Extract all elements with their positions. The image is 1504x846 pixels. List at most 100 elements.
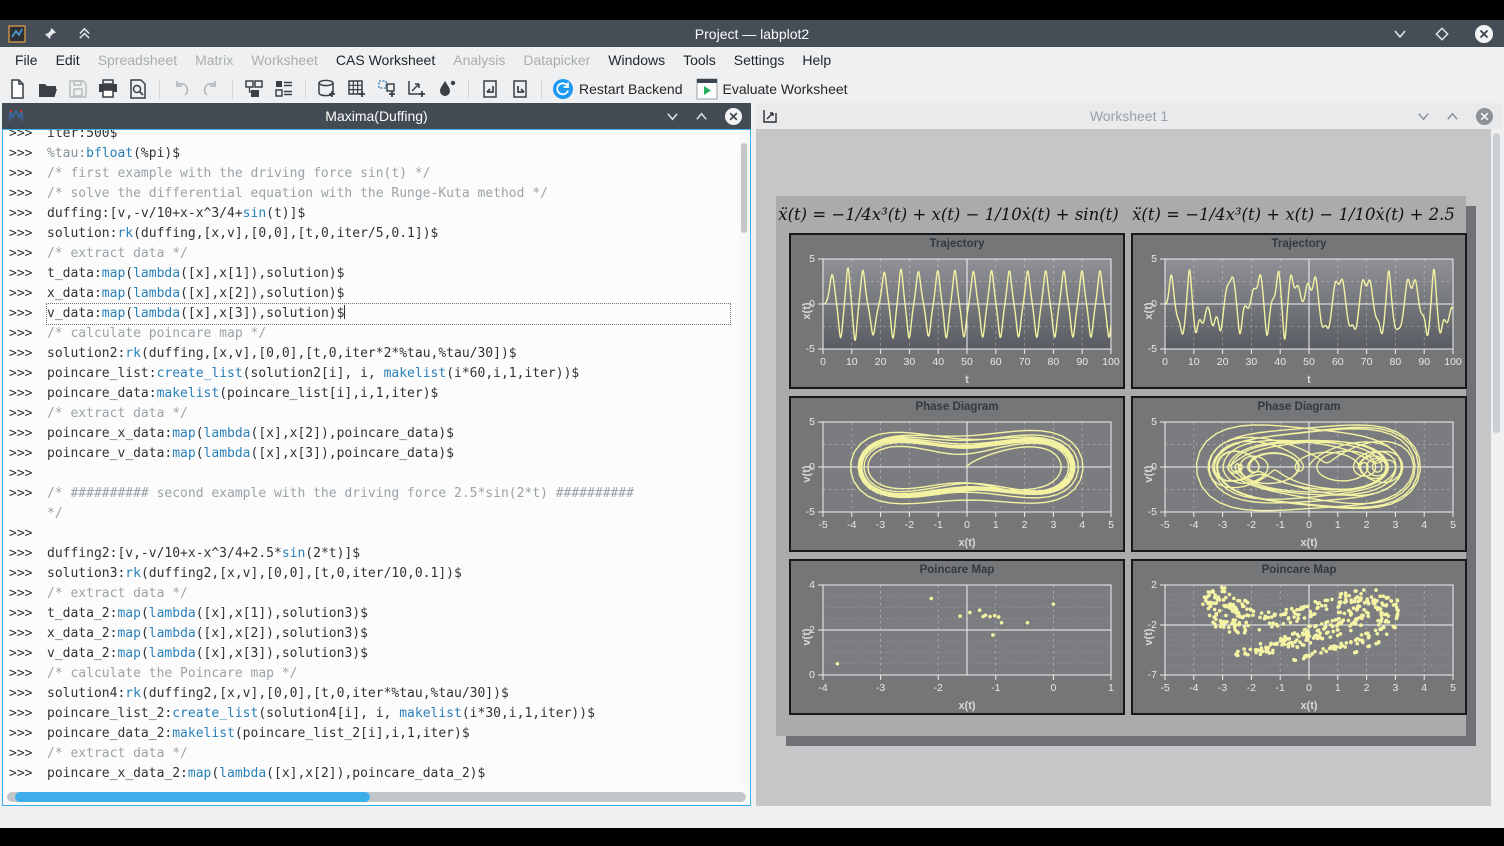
plot-phase-diagram-2[interactable]: Phase Diagramx(t)v(t) xyxy=(1131,396,1467,552)
x-axis-label: x(t) xyxy=(1165,537,1453,549)
menu-cas-worksheet[interactable]: CAS Worksheet xyxy=(327,47,444,74)
evaluate-worksheet-label: Evaluate Worksheet xyxy=(723,81,848,97)
equation-1[interactable]: ẍ(t) = −1/4x³(t) + x(t) − 1/10ẋ(t) + sin… xyxy=(776,198,1121,232)
toolbar-separator xyxy=(159,79,160,99)
x-axis-label: x(t) xyxy=(1165,700,1453,712)
menu-tools[interactable]: Tools xyxy=(674,47,725,74)
menu-edit[interactable]: Edit xyxy=(47,47,89,74)
console-line: >>>duffing:[v,-v/10+x-x^3/4+sin(t)]$ xyxy=(9,204,730,224)
print-icon xyxy=(97,78,119,100)
maxima-icon xyxy=(8,108,24,124)
plot-trajectory-1[interactable]: Trajectorytx(t) xyxy=(789,233,1125,389)
maxima-window-titlebar: Maxima(Duffing) xyxy=(2,103,751,129)
menu-settings[interactable]: Settings xyxy=(725,47,794,74)
new-spreadsheet-button[interactable] xyxy=(313,76,341,102)
menu-help[interactable]: Help xyxy=(793,47,840,74)
console-line: >>>/* extract data */ xyxy=(9,584,730,604)
menu-matrix: Matrix xyxy=(186,47,242,74)
console-line: >>>x_data:map(lambda([x],x[2]),solution)… xyxy=(9,284,730,304)
console-line: >>>/* extract data */ xyxy=(9,744,730,764)
x-axis-label: t xyxy=(1165,374,1453,386)
maxima-close-icon[interactable] xyxy=(724,107,743,126)
print-button[interactable] xyxy=(94,76,122,102)
properties-explorer-button[interactable] xyxy=(270,76,298,102)
undo-icon xyxy=(170,78,192,100)
y-axis-label: x(t) xyxy=(1143,281,1155,341)
plot-poincare-map-2[interactable]: Poincare Map x(t) v(t) xyxy=(1131,559,1467,715)
export-icon xyxy=(509,78,531,100)
worksheet-page: ẍ(t) = −1/4x³(t) + x(t) − 1/10ẋ(t) + sin… xyxy=(776,196,1466,736)
console-line: >>>poincare_v_data:map(lambda([x],x[3]),… xyxy=(9,444,730,464)
console-line: >>>/* extract data */ xyxy=(9,404,730,424)
project-explorer-button[interactable] xyxy=(240,76,268,102)
export-button[interactable] xyxy=(506,76,534,102)
worksheet-restore-icon[interactable] xyxy=(1446,110,1459,123)
console-horizontal-scrollbar[interactable] xyxy=(7,792,746,802)
plot-poincare-map-1[interactable]: Poincare Mapx(t)v(t) xyxy=(789,559,1125,715)
console-line: >>>/* calculate poincare map */ xyxy=(9,324,730,344)
new-workbook-icon xyxy=(376,78,398,100)
console-line: >>>duffing2:[v,-v/10+x-x^3/4+2.5*sin(2*t… xyxy=(9,544,730,564)
import-button[interactable] xyxy=(476,76,504,102)
close-button[interactable] xyxy=(1474,24,1494,44)
plot-title: Poincare Map xyxy=(1133,564,1465,576)
menu-bar: FileEditSpreadsheetMatrixWorksheetCAS Wo… xyxy=(0,47,1504,74)
maxima-console[interactable]: >>>iter:500$>>>%tau:bfloat(%pi)$>>>/* fi… xyxy=(2,129,751,806)
toolbar-separator xyxy=(468,79,469,99)
maxima-console-window: Maxima(Duffing) >>>iter:500$>>>%tau:bflo… xyxy=(2,103,751,806)
console-line: */ xyxy=(9,504,730,524)
new-matrix-button[interactable] xyxy=(343,76,371,102)
worksheet-window-titlebar: Worksheet 1 xyxy=(756,103,1502,129)
save-button xyxy=(64,76,92,102)
main-toolbar: Restart Backend Evaluate Worksheet xyxy=(0,74,1504,103)
y-axis-label: v(t) xyxy=(1143,444,1155,504)
restart-backend-button[interactable]: Restart Backend xyxy=(549,76,691,102)
redo-icon xyxy=(200,78,222,100)
new-datapicker-button[interactable] xyxy=(403,76,431,102)
console-active-line[interactable]: >>>v_data:map(lambda([x],x[3]),solution)… xyxy=(9,304,730,324)
console-vertical-scrollbar[interactable] xyxy=(739,131,749,786)
worksheet-window-title: Worksheet 1 xyxy=(756,108,1502,124)
plot-phase-diagram-1[interactable]: Phase Diagramx(t)v(t) xyxy=(789,396,1125,552)
worksheet-close-icon[interactable] xyxy=(1475,107,1494,126)
console-line: >>>v_data_2:map(lambda([x],x[3]),solutio… xyxy=(9,644,730,664)
menu-worksheet: Worksheet xyxy=(242,47,327,74)
maxima-minimize-icon[interactable] xyxy=(666,110,679,123)
plot-trajectory-2[interactable]: Trajectorytx(t) xyxy=(1131,233,1467,389)
console-hscroll-thumb[interactable] xyxy=(15,792,370,802)
plot-title: Trajectory xyxy=(791,238,1123,250)
worksheet-minimize-icon[interactable] xyxy=(1417,110,1430,123)
window-titlebar: Project — labplot2 xyxy=(0,20,1504,47)
new-workbook-button[interactable] xyxy=(373,76,401,102)
maxima-restore-icon[interactable] xyxy=(695,110,708,123)
console-line: >>>poincare_data:makelist(poincare_list[… xyxy=(9,384,730,404)
console-line: >>>/* calculate the Poincare map */ xyxy=(9,664,730,684)
project-explorer-icon xyxy=(243,78,265,100)
console-line: >>>/* ########## second example with the… xyxy=(9,484,730,504)
properties-explorer-icon xyxy=(273,78,295,100)
worksheet-view[interactable]: ẍ(t) = −1/4x³(t) + x(t) − 1/10ẋ(t) + sin… xyxy=(756,129,1502,806)
plot-title: Poincare Map xyxy=(791,564,1123,576)
menu-windows[interactable]: Windows xyxy=(599,47,674,74)
color-scheme-button[interactable] xyxy=(433,76,461,102)
evaluate-worksheet-icon xyxy=(696,78,718,100)
console-line: >>>%tau:bfloat(%pi)$ xyxy=(9,144,730,164)
y-axis-label: v(t) xyxy=(1143,607,1155,667)
toolbar-separator xyxy=(232,79,233,99)
menu-analysis: Analysis xyxy=(444,47,514,74)
evaluate-worksheet-button[interactable]: Evaluate Worksheet xyxy=(693,76,856,102)
print-preview-button[interactable] xyxy=(124,76,152,102)
window-title: Project — labplot2 xyxy=(0,26,1504,42)
new-document-icon xyxy=(7,78,29,100)
toolbar-separator xyxy=(541,79,542,99)
equation-2[interactable]: ẍ(t) = −1/4x³(t) + x(t) − 1/10ẋ(t) + 2.5… xyxy=(1121,198,1466,232)
open-folder-button[interactable] xyxy=(34,76,62,102)
new-matrix-icon xyxy=(346,78,368,100)
menu-file[interactable]: File xyxy=(6,47,47,74)
new-document-button[interactable] xyxy=(4,76,32,102)
minimize-button[interactable] xyxy=(1390,24,1410,44)
console-line: >>>/* first example with the driving for… xyxy=(9,164,730,184)
worksheet-vertical-scrollbar[interactable] xyxy=(1491,129,1502,806)
maximize-button[interactable] xyxy=(1432,24,1452,44)
x-axis-label: x(t) xyxy=(823,537,1111,549)
